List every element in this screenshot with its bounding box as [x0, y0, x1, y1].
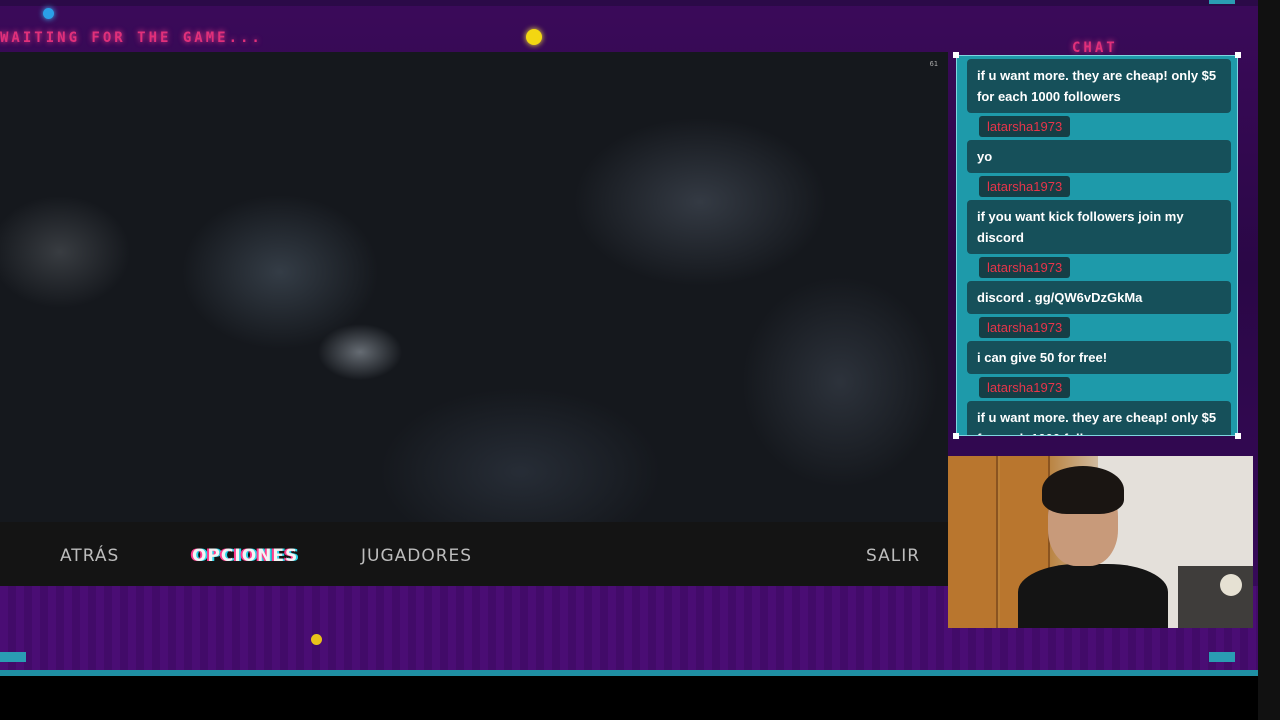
menu-back[interactable]: ATRÁS — [60, 546, 119, 566]
webcam-person-body — [1018, 564, 1168, 628]
chat-corner-marker — [953, 52, 959, 58]
chat-message-text: discord . gg/QW6vDzGkMa — [967, 281, 1231, 314]
screen-right-edge — [1258, 0, 1280, 720]
chat-username: latarsha1973 — [979, 377, 1071, 398]
chat-title: CHAT — [1072, 40, 1118, 56]
chat-panel: if u want more. they are cheap! only $5 … — [956, 55, 1238, 436]
chat-message-text: if u want more. they are cheap! only $5 … — [967, 401, 1231, 435]
blue-dot-decoration — [43, 8, 54, 19]
corner-tab-bottom-right — [1209, 652, 1235, 662]
waiting-status-text: WAITING FOR THE GAME... — [0, 30, 263, 46]
chat-message-text: if you want kick followers join my disco… — [967, 200, 1231, 254]
webcam-person-hair — [1042, 466, 1124, 514]
chat-message-list: if u want more. they are cheap! only $5 … — [967, 59, 1231, 435]
chat-username: latarsha1973 — [979, 257, 1071, 278]
yellow-dot-decoration — [526, 29, 542, 45]
corner-tab-top-right — [1209, 0, 1235, 4]
game-menu-bar: ATRÁS OPCIONES JUGADORES SALIR — [0, 522, 948, 586]
webcam-ball — [1220, 574, 1242, 596]
overlay-bottom-edge — [0, 670, 1258, 676]
fps-readout: 61 — [929, 60, 938, 68]
webcam-cabinet — [948, 456, 998, 628]
chat-username: latarsha1973 — [979, 116, 1071, 137]
menu-players[interactable]: JUGADORES — [361, 546, 472, 566]
chat-message-text: i can give 50 for free! — [967, 341, 1231, 374]
menu-exit[interactable]: SALIR — [866, 546, 920, 566]
webcam-feed — [948, 456, 1253, 628]
menu-options[interactable]: OPCIONES — [192, 546, 298, 566]
chat-message-text: yo — [967, 140, 1231, 173]
chat-corner-marker — [1235, 52, 1241, 58]
chat-message-text: if u want more. they are cheap! only $5 … — [967, 59, 1231, 113]
game-capture: 61 ATRÁS OPCIONES JUGADORES SALIR — [0, 52, 948, 586]
chat-username: latarsha1973 — [979, 317, 1071, 338]
overlay-top-strip — [0, 0, 1258, 6]
yellow-dot-small-decoration — [311, 634, 322, 645]
chat-corner-marker — [1235, 433, 1241, 439]
chat-corner-marker — [953, 433, 959, 439]
webcam-sofa — [1178, 566, 1253, 628]
chat-username: latarsha1973 — [979, 176, 1071, 197]
corner-tab-bottom-left — [0, 652, 26, 662]
